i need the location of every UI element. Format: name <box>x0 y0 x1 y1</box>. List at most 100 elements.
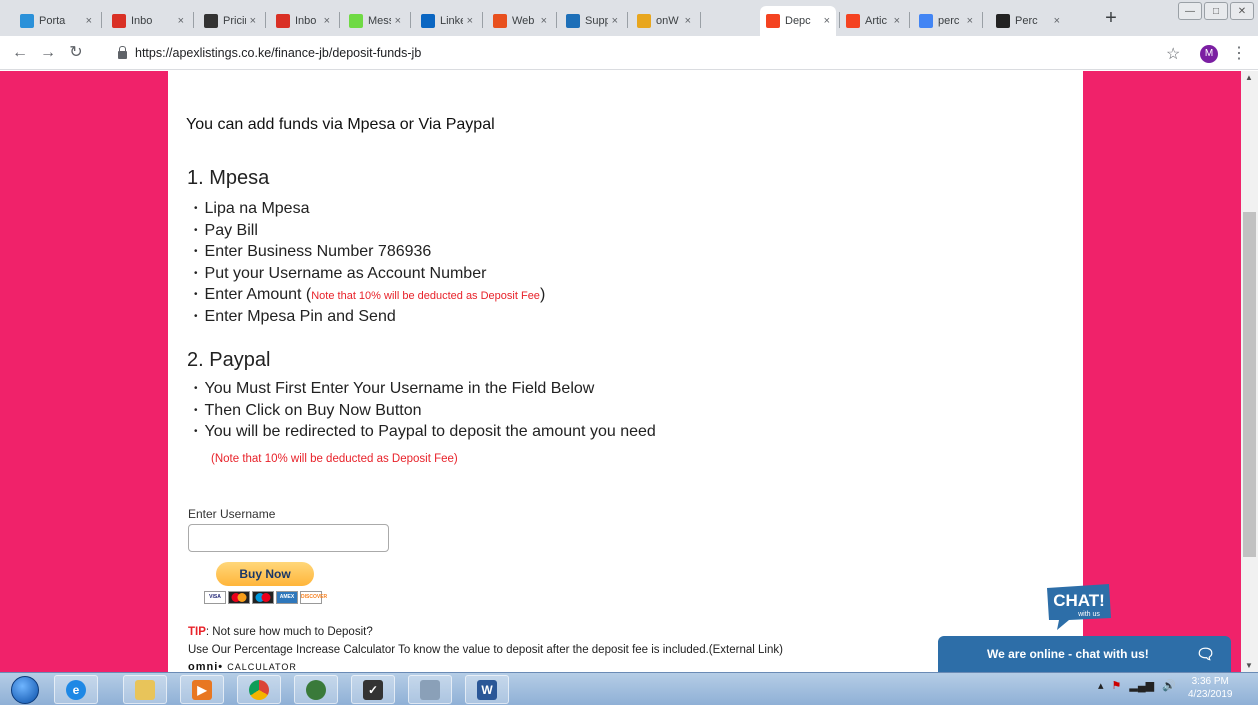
globe-app-icon[interactable] <box>294 675 338 704</box>
gmail-icon <box>112 14 126 28</box>
bookmark-star-icon[interactable]: ☆ <box>1166 44 1180 64</box>
tab-label: Linke <box>440 15 463 27</box>
joomla-icon <box>766 14 780 28</box>
checkmark-app-icon[interactable]: ✓ <box>351 675 395 704</box>
volume-icon[interactable]: 🔊 <box>1162 679 1176 692</box>
system-clock[interactable]: 3:36 PM 4/23/2019 <box>1188 675 1233 701</box>
paypal-fee-note: (Note that 10% will be deducted as Depos… <box>211 453 458 465</box>
tab-close-icon[interactable]: × <box>178 15 184 27</box>
tab-close-icon[interactable]: × <box>395 15 401 27</box>
tab-5[interactable]: Linke × <box>415 6 479 36</box>
tip-text: TIP: Not sure how much to Deposit? <box>188 626 373 638</box>
mastercard-icon <box>228 591 250 604</box>
amount-step-close: ) <box>539 286 546 303</box>
word-icon[interactable]: W <box>465 675 509 704</box>
visa-card-icon: VISA <box>204 591 226 604</box>
back-icon[interactable]: ← <box>10 43 30 63</box>
tab-label: Pricir <box>223 15 246 27</box>
tab-close-icon[interactable]: × <box>824 15 830 27</box>
clock-time: 3:36 PM <box>1191 676 1229 687</box>
list-item: Put your Username as Account Number <box>194 264 545 286</box>
address-bar[interactable]: https://apexlistings.co.ke/finance-jb/de… <box>112 41 1192 65</box>
tab-separator <box>265 12 266 28</box>
tab-separator <box>556 12 557 28</box>
scroll-thumb[interactable] <box>1243 212 1256 557</box>
tray-expand-icon[interactable]: ▴ <box>1098 679 1104 692</box>
start-button[interactable] <box>11 676 39 704</box>
buy-now-button[interactable]: Buy Now <box>216 562 314 586</box>
new-tab-button[interactable]: + <box>1100 6 1122 30</box>
action-center-icon[interactable]: ⚑ <box>1112 679 1122 692</box>
tab-9[interactable]: Depc × <box>760 6 836 36</box>
tab-close-icon[interactable]: × <box>467 15 473 27</box>
close-window-button[interactable]: ✕ <box>1230 2 1254 20</box>
chat-badge[interactable]: CHAT! with us <box>1043 582 1115 630</box>
list-item: Enter Amount (Note that 10% will be dedu… <box>194 285 546 307</box>
tab-separator <box>193 12 194 28</box>
tab-1[interactable]: Inbo × <box>106 6 190 36</box>
tab-close-icon[interactable]: × <box>541 15 547 27</box>
tab-10[interactable]: Artic × <box>840 6 906 36</box>
tab-close-icon[interactable]: × <box>685 15 691 27</box>
maximize-button[interactable]: □ <box>1204 2 1228 20</box>
internet-explorer-icon[interactable]: e <box>54 675 98 704</box>
tab-close-icon[interactable]: × <box>894 15 900 27</box>
tab-12[interactable]: Perc × <box>990 6 1066 36</box>
scroll-down-icon[interactable]: ▼ <box>1245 661 1253 670</box>
tab-separator <box>101 12 102 28</box>
tab-separator <box>410 12 411 28</box>
profile-avatar[interactable]: M <box>1200 45 1218 63</box>
tab-separator <box>982 12 983 28</box>
calculator-link-text[interactable]: Use Our Percentage Increase Calculator T… <box>188 644 783 656</box>
chat-bar[interactable]: We are online - chat with us! 🗨 <box>938 636 1231 672</box>
list-item: You will be redirected to Paypal to depo… <box>194 422 656 444</box>
list-item: Pay Bill <box>194 221 545 243</box>
mpesa-steps-list: Lipa na Mpesa Pay Bill Enter Business Nu… <box>194 199 546 328</box>
tab-7[interactable]: Supp × <box>560 6 624 36</box>
chat-badge-subtext: with us <box>1077 611 1100 618</box>
web-icon <box>493 14 507 28</box>
upwork-icon <box>349 14 363 28</box>
tab-close-icon[interactable]: × <box>250 15 256 27</box>
scroll-up-icon[interactable]: ▲ <box>1245 73 1253 82</box>
browser-toolbar: ← → ↻ https://apexlistings.co.ke/finance… <box>0 36 1258 70</box>
amex-card-icon: AMEX <box>276 591 298 604</box>
tab-4[interactable]: Mess × <box>343 6 407 36</box>
username-input[interactable] <box>188 524 389 552</box>
username-label: Enter Username <box>188 507 276 521</box>
tab-6[interactable]: Web × <box>487 6 553 36</box>
tab-3[interactable]: Inbo × <box>270 6 336 36</box>
browser-tab-strip: Porta×Inbo×Pricir×Inbo×Mess×Linke×Web×Su… <box>0 0 1258 36</box>
signal-icon[interactable]: ▂▄▆ <box>1129 679 1154 692</box>
forward-icon[interactable]: → <box>38 43 58 63</box>
gmail-icon <box>276 14 290 28</box>
tab-close-icon[interactable]: × <box>324 15 330 27</box>
tab-close-icon[interactable]: × <box>612 15 618 27</box>
file-explorer-icon[interactable] <box>123 675 167 704</box>
menu-kebab-icon[interactable]: ⋮ <box>1231 43 1247 63</box>
tab-close-icon[interactable]: × <box>86 15 92 27</box>
amount-step-label: Enter Amount ( <box>204 286 312 303</box>
tab-label: Web <box>512 15 535 27</box>
mpesa-heading: 1. Mpesa <box>187 167 270 189</box>
url-text: https://apexlistings.co.ke/finance-jb/de… <box>135 46 422 60</box>
minimize-button[interactable]: — <box>1178 2 1202 20</box>
tab-close-icon[interactable]: × <box>1054 15 1060 27</box>
pricing-icon <box>204 14 218 28</box>
reload-icon[interactable]: ↻ <box>66 43 86 63</box>
omni-calculator-logo[interactable]: omni• CALCULATOR <box>188 661 297 672</box>
tab-close-icon[interactable]: × <box>967 15 973 27</box>
tab-2[interactable]: Pricir × <box>198 6 262 36</box>
tab-label: perc <box>938 15 960 27</box>
tab-label: Perc <box>1015 15 1038 27</box>
tab-label: Inbo <box>131 15 153 27</box>
media-player-icon[interactable]: ▶ <box>180 675 224 704</box>
page-scrollbar[interactable]: ▲ ▼ <box>1241 71 1258 672</box>
tab-11[interactable]: perc × <box>913 6 979 36</box>
onw-icon <box>637 14 651 28</box>
windows-taskbar: e ▶ ✓ W ▴ ⚑ ▂▄▆ 🔊 3:36 PM 4/23/2019 <box>0 672 1258 705</box>
tab-8[interactable]: onW × <box>631 6 697 36</box>
calculator-icon[interactable] <box>408 675 452 704</box>
tab-0[interactable]: Porta × <box>14 6 98 36</box>
chrome-icon[interactable] <box>237 675 281 704</box>
